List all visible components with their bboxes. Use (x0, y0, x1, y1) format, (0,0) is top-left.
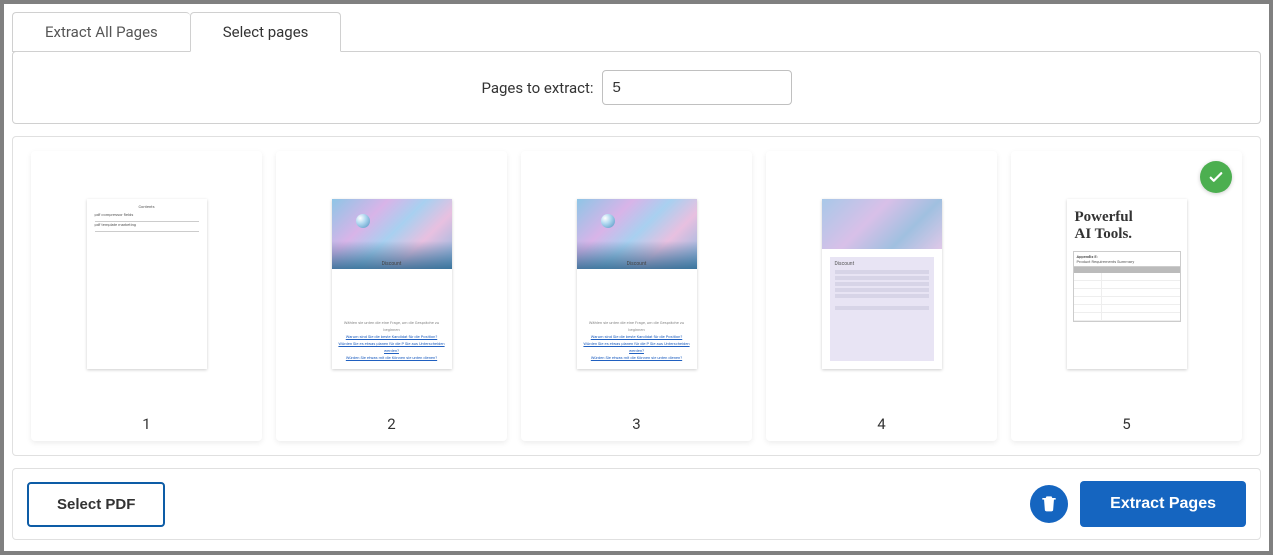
extract-pages-button[interactable]: Extract Pages (1080, 481, 1246, 527)
pages-to-extract-input[interactable] (602, 70, 792, 105)
preview-line: Würden Sie es etwas planen für die P Sie… (338, 340, 446, 354)
tabs-panel: Extract All Pages Select pages Pages to … (12, 12, 1261, 124)
preview-line: Wählen sie unten die eine Frage, um die … (583, 319, 691, 333)
preview-title-line: Powerful (1075, 209, 1179, 226)
page-thumbnail-4[interactable]: Discount 4 (766, 151, 997, 441)
page-number: 5 (1122, 415, 1130, 433)
preview-line: Würden Sie etwas mit die Können sie unte… (338, 354, 446, 361)
preview-section: Discount (338, 261, 446, 267)
page-thumbnail-5[interactable]: Powerful AI Tools. Appendix E: Product R… (1011, 151, 1242, 441)
app-window: Extract All Pages Select pages Pages to … (4, 4, 1269, 551)
preview-title: Contents (95, 204, 199, 209)
page-preview: Discount (822, 199, 942, 369)
page-thumbnail-3[interactable]: Discount Wählen sie unten die eine Frage… (521, 151, 752, 441)
preview-line: Warum sind Sie die beste Kandidat für di… (583, 333, 691, 340)
footer: Select PDF Extract Pages (12, 468, 1261, 540)
page-number: 3 (632, 415, 640, 433)
thumbnails-container: Contents pdf compressor fields pdf templ… (12, 136, 1261, 456)
pages-input-row: Pages to extract: (12, 51, 1261, 124)
preview-appendix-title: Product Requirements Summary (1077, 259, 1177, 264)
pages-to-extract-label: Pages to extract: (481, 79, 593, 97)
page-preview: Powerful AI Tools. Appendix E: Product R… (1067, 199, 1187, 369)
page-preview: Contents pdf compressor fields pdf templ… (87, 199, 207, 369)
check-icon (1200, 161, 1232, 193)
page-preview: Discount Wählen sie unten die eine Frage… (332, 199, 452, 369)
tab-select-pages[interactable]: Select pages (190, 12, 342, 52)
page-number: 1 (142, 415, 150, 433)
preview-line: Würden Sie es etwas planen für die P Sie… (583, 340, 691, 354)
page-thumbnail-2[interactable]: Discount Wählen sie unten die eine Frage… (276, 151, 507, 441)
trash-icon (1039, 493, 1059, 516)
preview-line: Wählen sie unten die eine Frage, um die … (338, 319, 446, 333)
select-pdf-button[interactable]: Select PDF (27, 482, 165, 527)
preview-section: Discount (583, 261, 691, 267)
delete-button[interactable] (1030, 485, 1068, 523)
page-number: 2 (387, 415, 395, 433)
page-number: 4 (877, 415, 885, 433)
page-preview: Discount Wählen sie unten die eine Frage… (577, 199, 697, 369)
preview-section: Discount (835, 262, 929, 267)
tab-extract-all[interactable]: Extract All Pages (12, 12, 190, 52)
page-thumbnail-1[interactable]: Contents pdf compressor fields pdf templ… (31, 151, 262, 441)
tabs: Extract All Pages Select pages (12, 12, 1261, 52)
preview-line: Warum sind Sie die beste Kandidat für di… (338, 333, 446, 340)
preview-title-line: AI Tools. (1075, 226, 1179, 243)
preview-line: Würden Sie etwas mit die Können sie unte… (583, 354, 691, 361)
